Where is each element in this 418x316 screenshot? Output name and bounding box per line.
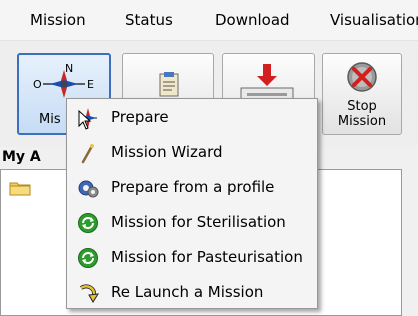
menu-visualisation[interactable]: Visualisation (330, 11, 418, 29)
stop-mission-button[interactable]: Stop Mission (322, 53, 402, 135)
mission-dropdown-menu: Prepare Mission Wizard Prepare from a pr… (66, 98, 318, 309)
relaunch-arrow-icon (79, 284, 99, 303)
compass-o-label: O (33, 78, 42, 91)
mouse-cursor-icon (78, 110, 92, 130)
menu-item-label: Mission for Pasteurisation (111, 248, 303, 266)
green-cycle-icon (78, 213, 98, 233)
clipboard-icon (159, 72, 179, 97)
menu-item-label: Prepare from a profile (111, 178, 275, 196)
compass-n-label: N (65, 62, 73, 75)
compass-e-label: E (87, 78, 94, 91)
wand-icon (81, 144, 94, 164)
menu-item-prepare-from-profile[interactable]: Prepare from a profile (69, 171, 315, 204)
menu-item-prepare[interactable]: Prepare (69, 101, 315, 134)
folder-icon[interactable] (9, 180, 31, 196)
stop-label-line1: Stop (347, 99, 377, 114)
menu-item-mission-pasteurisation[interactable]: Mission for Pasteurisation (69, 241, 315, 274)
menu-item-label: Re Launch a Mission (111, 283, 264, 301)
menu-mission[interactable]: Mission (30, 11, 86, 29)
green-cycle-icon (78, 248, 98, 268)
menu-item-mission-sterilisation[interactable]: Mission for Sterilisation (69, 206, 315, 239)
stop-icon (347, 62, 377, 92)
stop-label-line2: Mission (337, 114, 387, 129)
menu-item-label: Prepare (111, 108, 169, 126)
menu-download[interactable]: Download (215, 11, 290, 29)
stop-mission-label: Stop Mission (323, 99, 401, 129)
menu-status[interactable]: Status (125, 11, 173, 29)
menu-item-label: Mission for Sterilisation (111, 213, 286, 231)
menu-item-relaunch-mission[interactable]: Re Launch a Mission (69, 276, 315, 309)
menu-item-mission-wizard[interactable]: Mission Wizard (69, 136, 315, 169)
gear-profile-icon (78, 180, 99, 198)
menu-item-label: Mission Wizard (111, 143, 223, 161)
menu-bar: Mission Status Download Visualisation (0, 0, 418, 41)
